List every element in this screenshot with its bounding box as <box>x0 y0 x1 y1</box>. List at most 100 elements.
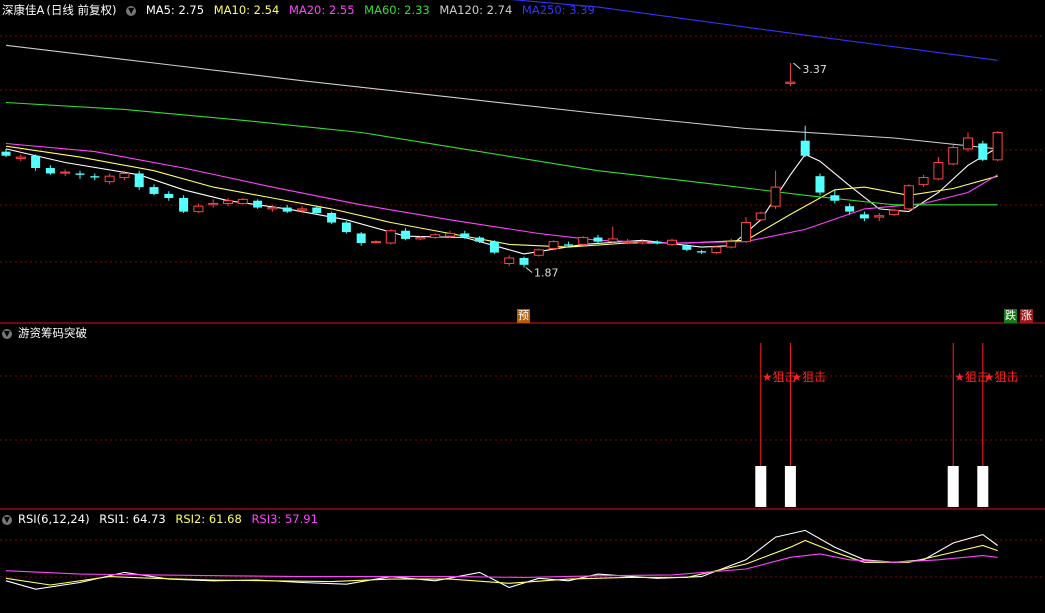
candle-body <box>533 249 544 256</box>
candle-body <box>755 212 766 221</box>
candle-body <box>711 246 722 254</box>
candle-body <box>830 195 840 201</box>
candle-body <box>134 173 144 188</box>
signal-label: ★狙击 <box>791 370 826 384</box>
candle-body <box>578 237 589 245</box>
candle-body <box>164 193 174 198</box>
candle-body <box>119 172 130 179</box>
candle-body <box>208 202 219 206</box>
price-panel-header: 深康佳A (日线 前复权) ▼ MA5: 2.75 MA10: 2.54 MA20… <box>2 2 601 18</box>
signal-bar <box>977 466 989 507</box>
candle-body <box>933 162 944 180</box>
stock-chart-screen: { "header": { "stock_name": "深康佳A", "per… <box>0 0 1045 613</box>
low-pointer <box>525 267 533 273</box>
candle-body <box>785 81 796 84</box>
candle-body <box>445 232 455 237</box>
candle-body <box>489 241 499 253</box>
signal-label: ★狙击 <box>984 370 1019 384</box>
ma250-label: MA250: 3.39 <box>521 3 595 17</box>
candle-body <box>682 245 692 250</box>
fall-marker: 跌 <box>1004 309 1017 323</box>
candle-body <box>179 198 189 212</box>
low-price-label: 1.87 <box>534 267 559 280</box>
candle-body <box>104 175 115 183</box>
candle-body <box>460 233 470 238</box>
rsi-line-rsi2 <box>5 539 998 586</box>
candle-body <box>282 207 292 212</box>
pre-marker: 预 <box>517 309 530 323</box>
high-pointer <box>793 62 801 70</box>
candle-body <box>45 168 55 174</box>
candle-body <box>475 237 485 242</box>
candle-body <box>312 207 322 213</box>
signal-bar <box>947 466 959 507</box>
signal-bar <box>755 466 767 507</box>
candle-body <box>75 173 85 175</box>
candle-body <box>519 258 529 265</box>
candle-body <box>223 200 233 204</box>
candle-body <box>356 233 366 243</box>
candle-body <box>253 200 263 208</box>
candle-body <box>948 147 959 165</box>
candle-body <box>815 176 825 193</box>
ma-line-ma10 <box>5 145 998 248</box>
ma5-label: MA5: 2.75 <box>145 3 205 17</box>
candle-body <box>978 143 988 160</box>
candle-body <box>430 234 441 239</box>
candle-body <box>563 244 573 246</box>
candle-body <box>149 187 159 194</box>
signal-bar <box>784 466 796 507</box>
ma-line-ma120 <box>5 44 998 150</box>
ma20-label: MA20: 2.55 <box>288 3 355 17</box>
chevron-down-icon[interactable]: ▼ <box>2 328 12 339</box>
candle-body <box>31 155 41 168</box>
ma120-label: MA120: 2.74 <box>439 3 513 17</box>
indicator-title: 游资筹码突破 <box>18 326 87 340</box>
candle-body <box>859 214 869 219</box>
candle-body <box>667 239 677 245</box>
candle-body <box>607 238 618 243</box>
rsi1-label: RSI1: 64.73 <box>99 512 166 526</box>
candle-body <box>889 209 899 215</box>
chevron-down-icon[interactable]: ▼ <box>2 514 12 525</box>
candle-body <box>697 251 707 253</box>
candle-body <box>622 241 633 244</box>
candle-body <box>385 230 396 244</box>
candle-body <box>237 198 248 204</box>
candle-body <box>341 222 351 233</box>
candle-body <box>267 207 278 210</box>
candle-body <box>963 137 973 150</box>
candle-body <box>90 176 100 178</box>
candle-body <box>726 241 737 248</box>
candle-body <box>845 206 855 212</box>
candle-body <box>371 241 381 244</box>
ma-line-ma5 <box>5 147 998 255</box>
indicator-panel-header: ▼ 游资筹码突破 <box>2 325 93 341</box>
candle-body <box>874 215 885 218</box>
candle-body <box>327 213 337 223</box>
high-price-label: 3.37 <box>802 63 827 76</box>
candle-body <box>1 151 11 156</box>
rsi-panel-header: ▼ RSI(6,12,24) RSI1: 64.73 RSI2: 61.68 RS… <box>2 511 324 527</box>
rsi-title: RSI(6,12,24) <box>18 512 90 526</box>
rise-marker: 涨 <box>1020 309 1033 323</box>
ma10-label: MA10: 2.54 <box>213 3 280 17</box>
rsi3-label: RSI3: 57.91 <box>251 512 318 526</box>
rsi2-label: RSI2: 61.68 <box>175 512 242 526</box>
candle-body <box>504 257 515 264</box>
candle-body <box>548 241 559 249</box>
ma60-label: MA60: 2.33 <box>364 3 430 17</box>
candle-body <box>992 132 1003 161</box>
candle-body <box>652 241 662 243</box>
candle-body <box>297 208 307 211</box>
candle-body <box>918 177 929 185</box>
candle-body <box>401 230 411 239</box>
candle-body <box>60 171 71 174</box>
candle-body <box>637 241 648 244</box>
candle-body <box>593 237 603 242</box>
chevron-down-icon[interactable]: ▼ <box>126 5 137 16</box>
period-label: (日线 前复权) <box>46 3 117 17</box>
candle-body <box>741 222 751 243</box>
candle-body <box>770 186 781 207</box>
candle-body <box>415 237 426 240</box>
